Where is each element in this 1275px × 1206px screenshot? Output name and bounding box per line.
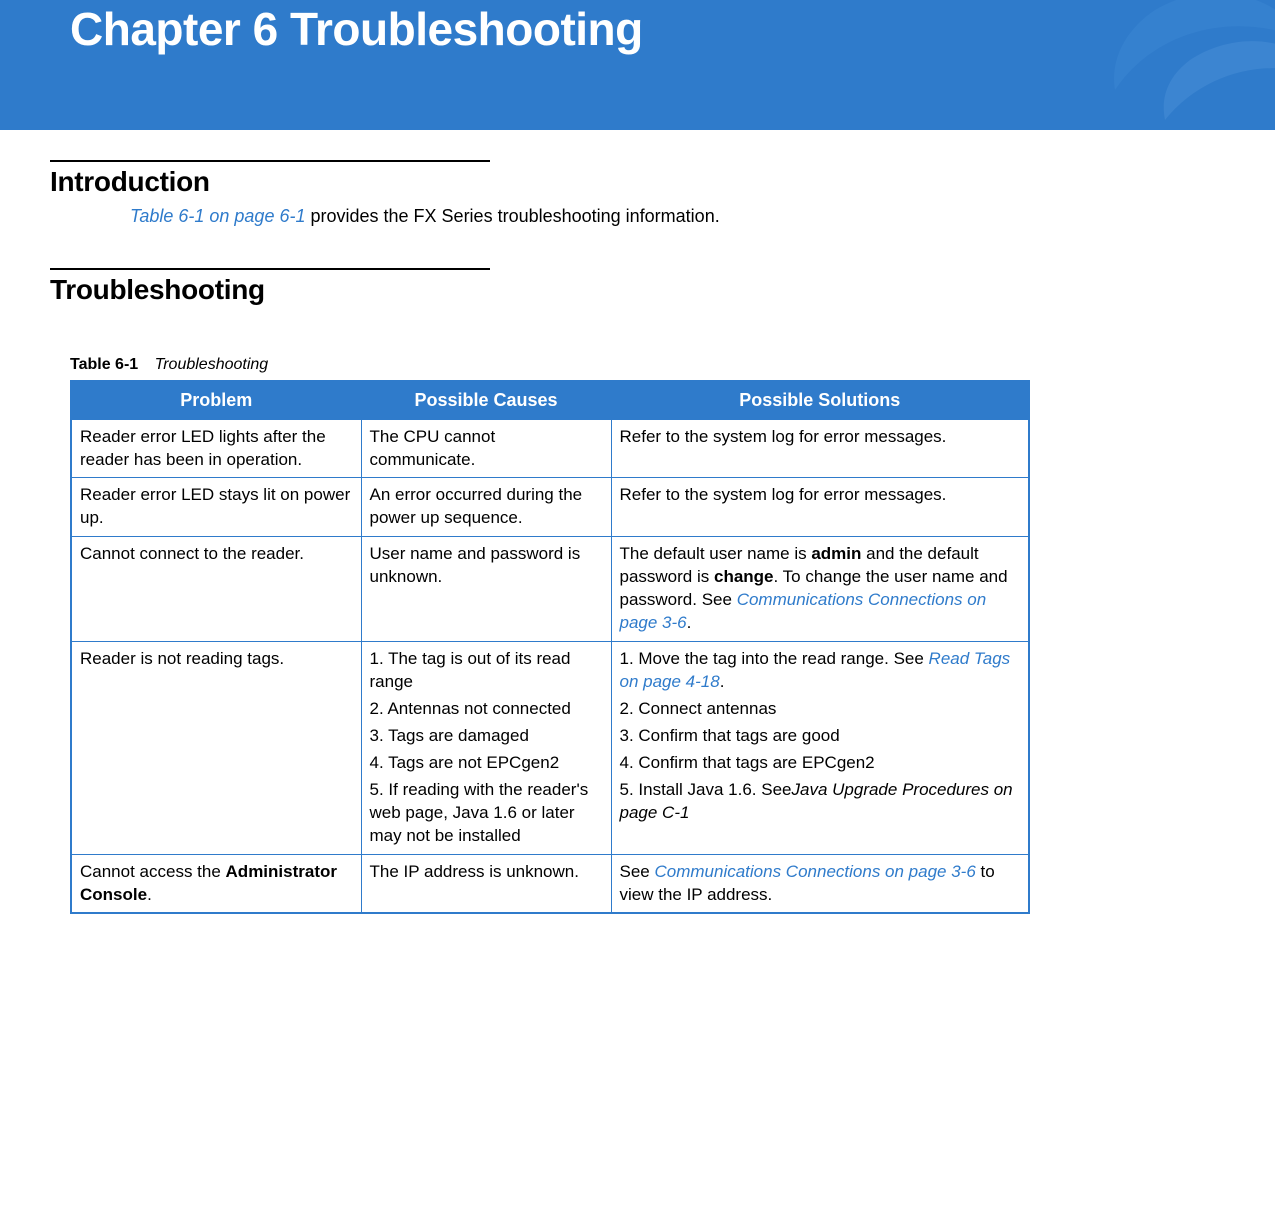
cell-line: 1. Move the tag into the read range. See… xyxy=(620,648,1021,694)
cell-line: The CPU cannot communicate. xyxy=(370,426,603,472)
cell-line: 2. Connect antennas xyxy=(620,698,1021,721)
table-row: Reader error LED stays lit on power up. A… xyxy=(71,478,1029,537)
cell-solutions: Refer to the system log for error messag… xyxy=(611,478,1029,537)
cell-line: 4. Tags are not EPCgen2 xyxy=(370,752,603,775)
col-header-problem: Problem xyxy=(71,381,361,419)
troubleshooting-table: Problem Possible Causes Possible Solutio… xyxy=(70,380,1030,914)
cell-solutions: See Communications Connections on page 3… xyxy=(611,854,1029,913)
cell-line: Cannot connect to the reader. xyxy=(80,543,353,566)
table-caption-desc: Troubleshooting xyxy=(155,356,269,373)
cell-problem: Reader error LED stays lit on power up. xyxy=(71,478,361,537)
text-run: 1. Move the tag into the read range. See xyxy=(620,649,929,668)
section-heading-troubleshooting: Troubleshooting xyxy=(50,274,1205,306)
cell-line: Reader is not reading tags. xyxy=(80,648,353,671)
page-content: Introduction Table 6-1 on page 6-1 provi… xyxy=(0,130,1275,954)
table-row: Cannot connect to the reader. User name a… xyxy=(71,537,1029,642)
cell-line: 5. Install Java 1.6. SeeJava Upgrade Pro… xyxy=(620,779,1021,825)
table-header-row: Problem Possible Causes Possible Solutio… xyxy=(71,381,1029,419)
cell-problem: Reader error LED lights after the reader… xyxy=(71,419,361,478)
section-rule xyxy=(50,160,490,162)
text-run: . xyxy=(147,885,152,904)
text-run: admin xyxy=(811,544,861,563)
text-run: . xyxy=(687,613,692,632)
col-header-solutions: Possible Solutions xyxy=(611,381,1029,419)
cell-line: Refer to the system log for error messag… xyxy=(620,484,1021,507)
intro-table-link[interactable]: Table 6-1 on page 6-1 xyxy=(130,206,305,226)
intro-paragraph: Table 6-1 on page 6-1 provides the FX Se… xyxy=(130,204,1205,228)
table-row: Reader is not reading tags. 1. The tag is… xyxy=(71,642,1029,855)
cell-solutions: The default user name is admin and the d… xyxy=(611,537,1029,642)
section-heading-introduction: Introduction xyxy=(50,166,1205,198)
col-header-causes: Possible Causes xyxy=(361,381,611,419)
cell-line: Reader error LED lights after the reader… xyxy=(80,426,353,472)
cell-line: Reader error LED stays lit on power up. xyxy=(80,484,353,530)
cell-causes: 1. The tag is out of its read range 2. An… xyxy=(361,642,611,855)
cell-line: An error occurred during the power up se… xyxy=(370,484,603,530)
cell-causes: An error occurred during the power up se… xyxy=(361,478,611,537)
cell-problem: Cannot connect to the reader. xyxy=(71,537,361,642)
cell-line: User name and password is unknown. xyxy=(370,543,603,589)
chapter-banner: Chapter 6 Troubleshooting xyxy=(0,0,1275,130)
table-row: Reader error LED lights after the reader… xyxy=(71,419,1029,478)
cell-line: 3. Tags are damaged xyxy=(370,725,603,748)
cross-ref-link[interactable]: Communications Connections on page 3-6 xyxy=(654,862,975,881)
cell-line: 3. Confirm that tags are good xyxy=(620,725,1021,748)
text-run: The default user name is xyxy=(620,544,812,563)
chapter-title: Chapter 6 Troubleshooting xyxy=(70,0,1275,55)
cell-line: See Communications Connections on page 3… xyxy=(620,861,1021,907)
cell-line: The default user name is admin and the d… xyxy=(620,543,1021,635)
table-row: Cannot access the Administrator Console.… xyxy=(71,854,1029,913)
cell-line: 5. If reading with the reader's web page… xyxy=(370,779,603,848)
cell-line: 4. Confirm that tags are EPCgen2 xyxy=(620,752,1021,775)
cell-solutions: 1. Move the tag into the read range. See… xyxy=(611,642,1029,855)
cell-line: Cannot access the Administrator Console. xyxy=(80,861,353,907)
cell-problem: Cannot access the Administrator Console. xyxy=(71,854,361,913)
text-run: change xyxy=(714,567,774,586)
table-body: Reader error LED lights after the reader… xyxy=(71,419,1029,913)
cell-solutions: Refer to the system log for error messag… xyxy=(611,419,1029,478)
cell-line: 2. Antennas not connected xyxy=(370,698,603,721)
cell-line: 1. The tag is out of its read range xyxy=(370,648,603,694)
table-caption-label: Table 6-1 xyxy=(70,356,138,373)
section-rule xyxy=(50,268,490,270)
cell-causes: The IP address is unknown. xyxy=(361,854,611,913)
text-run: 5. Install Java 1.6. See xyxy=(620,780,792,799)
table-caption: Table 6-1 Troubleshooting xyxy=(70,356,1205,374)
cell-causes: The CPU cannot communicate. xyxy=(361,419,611,478)
text-run: Cannot access the xyxy=(80,862,226,881)
cell-causes: User name and password is unknown. xyxy=(361,537,611,642)
intro-text: provides the FX Series troubleshooting i… xyxy=(305,206,719,226)
text-run: See xyxy=(620,862,655,881)
cell-line: Refer to the system log for error messag… xyxy=(620,426,1021,449)
cell-line: The IP address is unknown. xyxy=(370,861,603,884)
cell-problem: Reader is not reading tags. xyxy=(71,642,361,855)
text-run: . xyxy=(720,672,725,691)
